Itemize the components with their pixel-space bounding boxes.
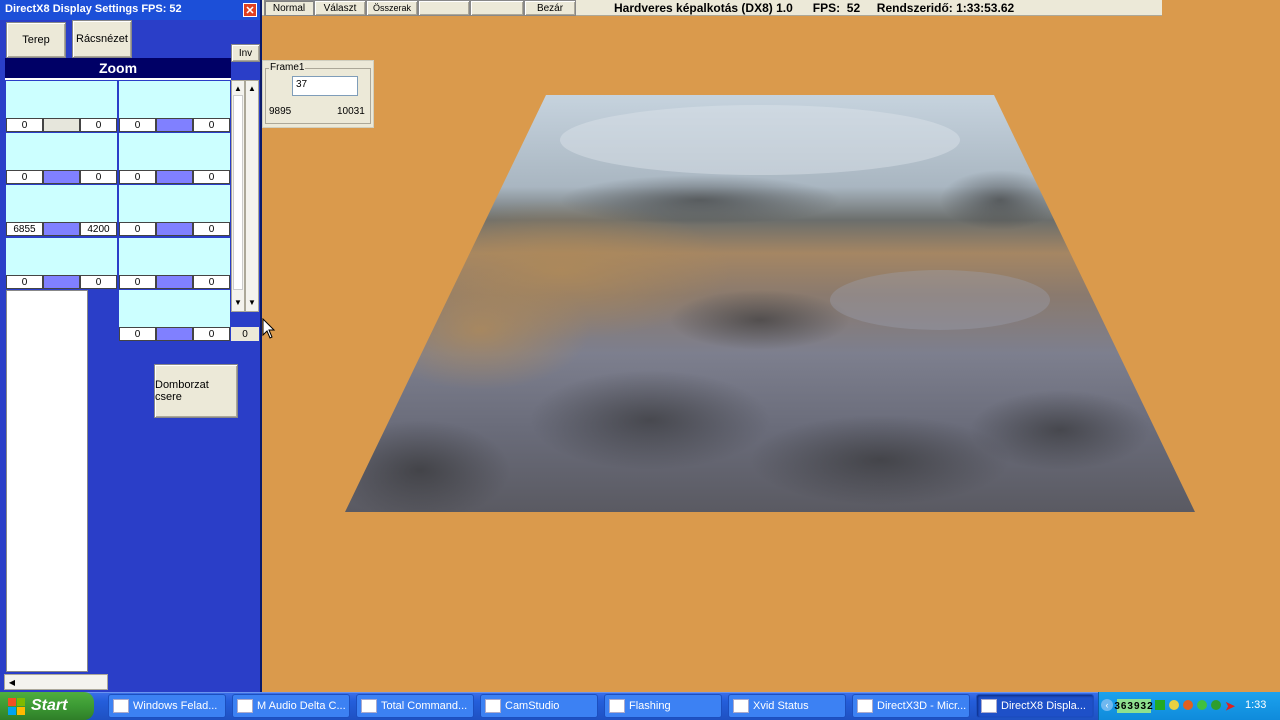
taskbar-item-directx3d[interactable]: DirectX3D - Micr... bbox=[852, 694, 970, 718]
tray-expand-icon[interactable]: ‹ bbox=[1101, 699, 1113, 711]
window-icon bbox=[981, 699, 997, 713]
window-icon bbox=[609, 699, 625, 713]
tray-counter[interactable]: 363932 bbox=[1114, 699, 1153, 713]
chat-icon[interactable] bbox=[1211, 700, 1221, 710]
taskbar-item-directx8-display[interactable]: DirectX8 Displa... bbox=[976, 694, 1094, 718]
shield-icon[interactable] bbox=[1169, 700, 1179, 710]
start-label: Start bbox=[31, 697, 68, 714]
taskbar-item-xvid-status[interactable]: Xvid Status bbox=[728, 694, 846, 718]
folder-icon bbox=[361, 699, 377, 713]
windows-logo-icon bbox=[8, 697, 25, 715]
messenger-icon[interactable] bbox=[1197, 700, 1207, 710]
window-icon bbox=[733, 699, 749, 713]
app-icon bbox=[857, 699, 873, 713]
window-icon bbox=[113, 699, 129, 713]
mouse-cursor-icon bbox=[262, 318, 276, 339]
antivirus-icon[interactable] bbox=[1183, 700, 1193, 710]
clock[interactable]: 1:33 bbox=[1245, 699, 1266, 711]
window-icon bbox=[485, 699, 501, 713]
taskbar-item-total-commander[interactable]: Total Command... bbox=[356, 694, 474, 718]
terrain-render[interactable] bbox=[0, 0, 1280, 720]
taskbar-item-camstudio[interactable]: CamStudio bbox=[480, 694, 598, 718]
system-tray: ‹ 363932 ➤ 1:33 bbox=[1098, 692, 1280, 720]
media-icon[interactable]: ➤ bbox=[1225, 699, 1235, 713]
taskbar-item-flashing[interactable]: Flashing bbox=[604, 694, 722, 718]
start-button[interactable]: Start bbox=[0, 692, 94, 720]
taskbar-item-m-audio[interactable]: M Audio Delta C... bbox=[232, 694, 350, 718]
audio-icon bbox=[237, 699, 253, 713]
taskbar-item-windows-feladatkezelo[interactable]: Windows Felad... bbox=[108, 694, 226, 718]
network-icon[interactable] bbox=[1155, 700, 1165, 710]
